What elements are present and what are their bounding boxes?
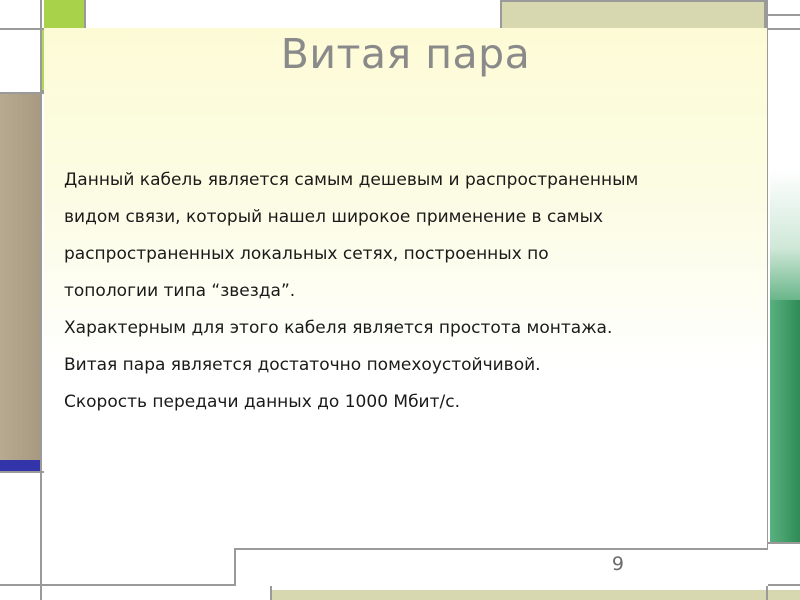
grid-line [270,586,272,600]
body-line: Данный кабель является самым дешевым и р… [64,170,639,190]
grid-line [84,0,86,30]
slide-title: Витая пара [280,30,531,78]
frame-tan-left [0,94,40,460]
body-line: Скорость передачи данных до 1000 Мбит/с. [64,392,460,412]
frame-blue-left [0,460,40,471]
grid-line [0,471,44,473]
body-line: видом связи, который нашел широкое приме… [64,207,604,227]
page-number-box [234,548,768,586]
body-line: распространенных локальных сетях, постро… [64,244,549,264]
slide-body: Данный кабель является самым дешевым и р… [64,162,744,421]
frame-lime-top [44,0,86,28]
page-number: 9 [611,553,624,575]
body-line: Витая пара является достаточно помехоуст… [64,355,541,375]
grid-line [40,0,42,600]
grid-line [768,542,800,544]
frame-green-right [770,300,800,542]
body-line: Характерным для этого кабеля является пр… [64,318,613,338]
grid-line [0,92,44,94]
frame-green-right-top [770,170,800,300]
body-line: топологии типа “звезда”. [64,281,296,301]
grid-line [768,14,800,16]
frame-khaki-bottom [272,590,800,600]
